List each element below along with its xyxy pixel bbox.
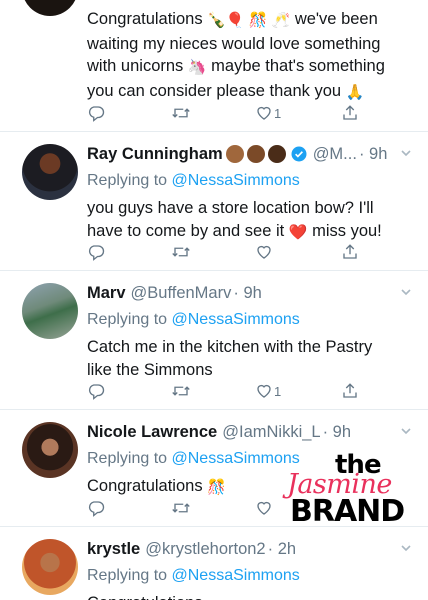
retweet-icon [172,386,190,396]
tweet-3[interactable]: Marv @BuffenMarv · 9h Replying to @Nessa… [0,271,428,410]
tweet-2[interactable]: Ray Cunningham @M... · 9h Replying to @N… [0,132,428,271]
tweet-5[interactable]: krystle @krystlehorton2 · 2h Replying to… [0,527,428,600]
mention-link[interactable]: @NessaSimmons [172,172,300,189]
reply-button[interactable] [87,380,105,402]
timestamp: · 9h [233,283,262,302]
handle[interactable]: @BuffenMarv [131,284,232,303]
skin-tone-emoji [225,145,244,163]
display-name[interactable]: Nicole Lawrence [87,423,217,442]
avatar[interactable] [22,422,78,478]
share-icon [343,244,357,259]
chevron-down-icon[interactable] [400,542,412,554]
replying-to: Replying to @NessaSimmons [87,311,300,328]
tweet-1[interactable]: Congratulations 🍾🎈 🎊 🥂 we've been waitin… [0,0,428,132]
avatar[interactable] [22,0,78,16]
display-name[interactable]: Marv [87,284,126,303]
skin-tone-emoji [246,145,265,163]
display-name[interactable]: krystle [87,540,140,559]
share-button[interactable] [341,380,359,402]
retweet-icon [172,247,190,257]
reply-button[interactable] [87,241,105,263]
timestamp: · 9h [358,144,388,163]
skin-tone-emoji [267,145,286,163]
reply-icon [88,384,105,400]
retweet-button[interactable] [171,102,191,124]
like-icon [257,106,271,120]
handle[interactable]: @IamNikki_L [222,423,320,442]
like-icon [257,501,271,515]
like-icon [257,245,271,259]
chevron-down-icon[interactable] [400,425,412,437]
replying-to: Replying to @NessaSimmons [87,172,300,189]
watermark-logo: the Jasmine BRAND [277,450,427,530]
timestamp: · 9h [322,422,352,441]
display-name[interactable]: Ray Cunningham [87,145,223,164]
avatar[interactable] [22,283,78,339]
reply-button[interactable] [87,497,105,519]
share-button[interactable] [341,241,359,263]
share-icon [343,105,357,120]
tweet-body: Catch me in the kitchen with the Pastry … [87,338,373,379]
retweet-button[interactable] [171,241,191,263]
share-button[interactable] [341,102,359,124]
like-button[interactable] [255,497,273,519]
reply-icon [88,106,105,122]
mention-link[interactable]: @NessaSimmons [172,311,300,328]
reply-button[interactable] [87,102,105,124]
verified-badge-icon [291,146,307,162]
tweet-body: you guys have a store location bow? I'll… [87,199,382,241]
avatar[interactable] [22,144,78,200]
mention-link[interactable]: @NessaSimmons [172,567,300,584]
timestamp: · 2h [267,539,297,558]
share-icon [343,383,357,398]
reply-icon [88,501,105,517]
tweet-body: Congratulations [87,592,414,600]
chevron-down-icon[interactable] [400,286,412,298]
like-count: 1 [274,105,282,121]
handle[interactable]: @krystlehorton2 [145,540,265,559]
retweet-icon [172,108,190,118]
reply-icon [88,245,105,261]
like-button[interactable] [255,241,273,263]
like-button[interactable]: 1 [255,102,281,124]
retweet-button[interactable] [171,380,191,402]
replying-to: Replying to @NessaSimmons [87,567,300,584]
retweet-icon [172,503,190,513]
tweet-body: Congratulations 🍾🎈 🎊 🥂 we've been waitin… [87,10,385,101]
avatar[interactable] [22,539,78,595]
chevron-down-icon[interactable] [400,147,412,159]
like-button[interactable]: 1 [255,380,281,402]
watermark-brand: BRAND [290,494,405,529]
like-icon [257,384,271,398]
handle[interactable]: @M... [313,145,357,164]
retweet-button[interactable] [171,497,191,519]
like-count: 1 [274,383,282,399]
